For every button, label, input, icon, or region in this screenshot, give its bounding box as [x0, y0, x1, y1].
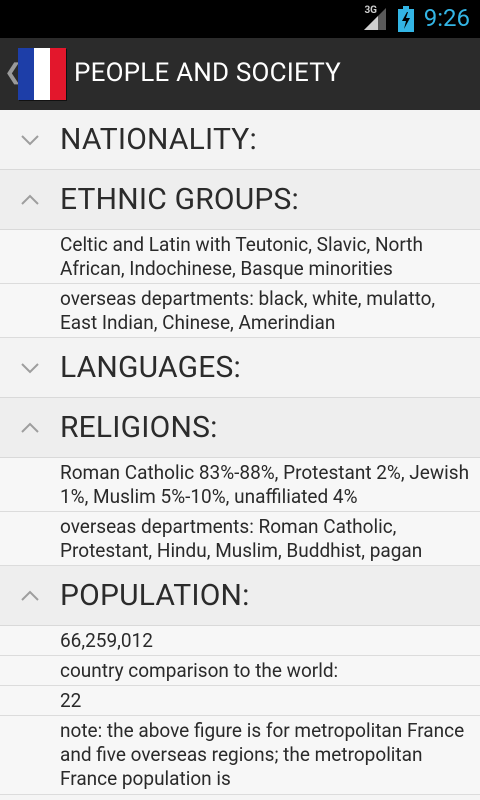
section-title: ETHNIC GROUPS:	[60, 182, 299, 217]
content-list[interactable]: NATIONALITY: ETHNIC GROUPS: Celtic and L…	[0, 110, 480, 800]
chevron-down-icon	[0, 134, 60, 146]
chevron-up-icon	[0, 590, 60, 602]
section-header-nationality[interactable]: NATIONALITY:	[0, 110, 480, 170]
list-item: overseas departments: Roman Catholic, Pr…	[0, 512, 480, 566]
section-title: POPULATION:	[60, 578, 250, 613]
list-item: note: the above figure is for metropolit…	[0, 716, 480, 795]
section-title: NATIONALITY:	[60, 122, 257, 157]
status-bar: 3G 9:26	[0, 0, 480, 38]
signal-icon	[364, 8, 386, 30]
section-title: RELIGIONS:	[60, 410, 218, 445]
list-item: 66,259,012	[0, 626, 480, 656]
chevron-down-icon	[0, 362, 60, 374]
flag-france-icon[interactable]	[18, 48, 66, 100]
section-header-population[interactable]: POPULATION:	[0, 566, 480, 626]
section-header-languages[interactable]: LANGUAGES:	[0, 338, 480, 398]
chevron-up-icon	[0, 194, 60, 206]
clock: 9:26	[423, 4, 470, 32]
list-item: Roman Catholic 83%-88%, Protestant 2%, J…	[0, 458, 480, 512]
chevron-up-icon	[0, 422, 60, 434]
list-item: 22	[0, 686, 480, 716]
list-item: country comparison to the world:	[0, 656, 480, 686]
list-item: overseas departments: black, white, mula…	[0, 284, 480, 338]
section-header-ethnic-groups[interactable]: ETHNIC GROUPS:	[0, 170, 480, 230]
page-title: PEOPLE AND SOCIETY	[74, 58, 342, 88]
section-header-religions[interactable]: RELIGIONS:	[0, 398, 480, 458]
section-title: LANGUAGES:	[60, 350, 241, 385]
action-bar: ❮ PEOPLE AND SOCIETY	[0, 38, 480, 110]
list-item: Celtic and Latin with Teutonic, Slavic, …	[0, 230, 480, 284]
battery-charging-icon	[398, 6, 414, 32]
